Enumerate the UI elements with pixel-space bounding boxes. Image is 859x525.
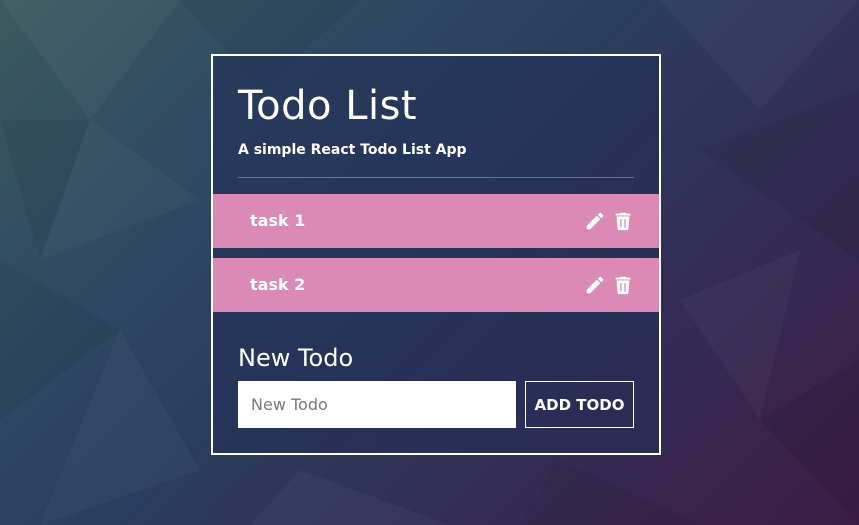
todo-text[interactable]: task 1 (250, 211, 305, 231)
todo-item: task 2 (213, 258, 659, 312)
todo-card: Todo List A simple React Todo List App t… (211, 54, 661, 455)
pencil-icon[interactable] (584, 274, 606, 296)
pencil-icon[interactable] (584, 210, 606, 232)
new-todo-heading: New Todo (238, 344, 354, 372)
app-subtitle: A simple React Todo List App (238, 142, 467, 158)
new-todo-input[interactable] (238, 381, 516, 428)
divider (238, 177, 634, 178)
trash-icon[interactable] (612, 210, 634, 232)
add-todo-button[interactable]: ADD TODO (525, 381, 634, 428)
trash-icon[interactable] (612, 274, 634, 296)
app-title: Todo List (238, 83, 418, 129)
todo-text[interactable]: task 2 (250, 275, 305, 295)
todo-item: task 1 (213, 194, 659, 248)
